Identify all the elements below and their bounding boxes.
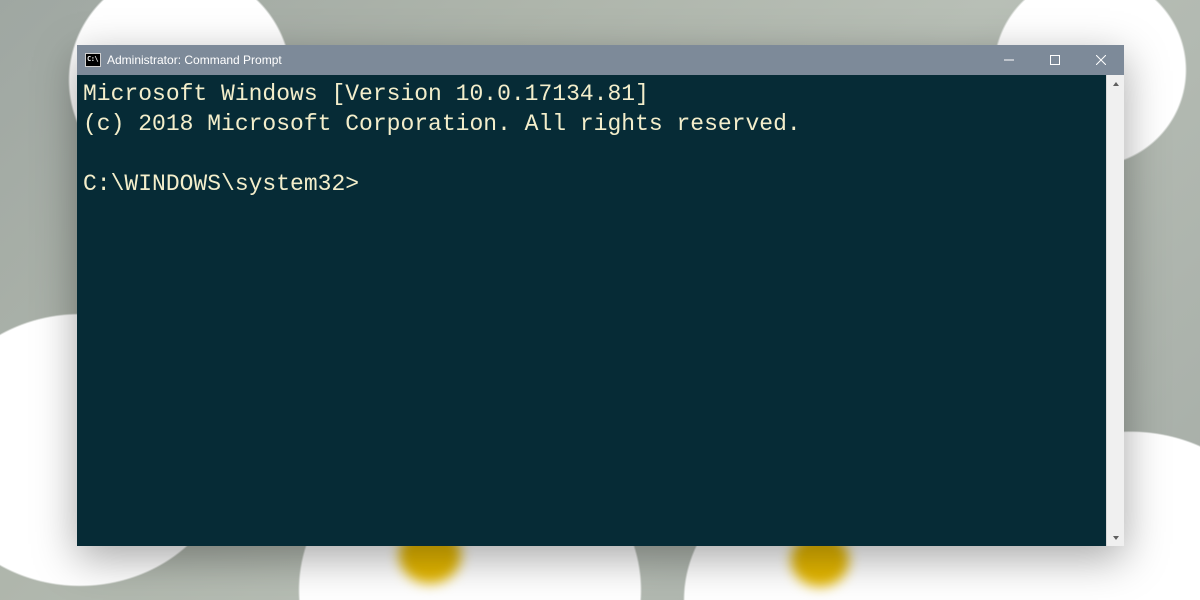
minimize-button[interactable] xyxy=(986,45,1032,75)
terminal-line: (c) 2018 Microsoft Corporation. All righ… xyxy=(83,111,801,137)
minimize-icon xyxy=(1004,55,1014,65)
chevron-down-icon xyxy=(1112,534,1120,542)
terminal-prompt: C:\WINDOWS\system32> xyxy=(83,171,359,197)
scroll-down-button[interactable] xyxy=(1107,529,1124,546)
scroll-up-button[interactable] xyxy=(1107,75,1124,92)
scroll-track[interactable] xyxy=(1107,92,1124,529)
close-icon xyxy=(1096,55,1106,65)
terminal-output[interactable]: Microsoft Windows [Version 10.0.17134.81… xyxy=(77,75,1106,546)
close-button[interactable] xyxy=(1078,45,1124,75)
chevron-up-icon xyxy=(1112,80,1120,88)
terminal-line: Microsoft Windows [Version 10.0.17134.81… xyxy=(83,81,649,107)
maximize-button[interactable] xyxy=(1032,45,1078,75)
window-title: Administrator: Command Prompt xyxy=(107,53,282,67)
maximize-icon xyxy=(1050,55,1060,65)
command-prompt-window: Administrator: Command Prompt Microsoft … xyxy=(77,45,1124,546)
client-area: Microsoft Windows [Version 10.0.17134.81… xyxy=(77,75,1124,546)
desktop-background: Administrator: Command Prompt Microsoft … xyxy=(0,0,1200,600)
titlebar[interactable]: Administrator: Command Prompt xyxy=(77,45,1124,75)
cmd-icon xyxy=(85,53,101,67)
vertical-scrollbar[interactable] xyxy=(1106,75,1124,546)
